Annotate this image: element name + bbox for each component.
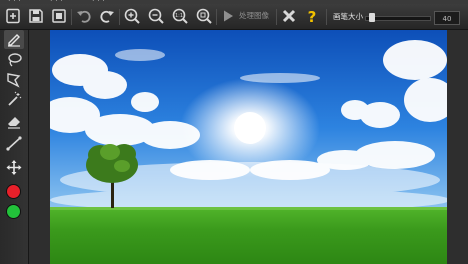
magic-wand-tool[interactable] [4, 90, 24, 109]
green-marker-color[interactable] [7, 205, 20, 218]
svg-text:?: ? [308, 8, 317, 26]
brush-size-label: 画笔大小 [333, 12, 363, 21]
zoom-out-button[interactable] [146, 6, 166, 26]
undo-icon [77, 10, 91, 23]
redo-button[interactable] [97, 6, 117, 26]
play-icon [224, 10, 233, 22]
zoom-out-icon [148, 8, 164, 24]
brush-size-value[interactable]: 40 [434, 11, 460, 25]
tool-sidebar [0, 30, 29, 264]
line-tool[interactable] [4, 134, 24, 153]
polygon-lasso-tool[interactable] [4, 70, 24, 89]
canvas-area [29, 30, 468, 264]
move-icon [6, 160, 22, 175]
lasso-tool[interactable] [4, 50, 24, 69]
help-button[interactable]: ? [302, 6, 322, 26]
save-button[interactable] [26, 6, 46, 26]
help-question-icon: ? [308, 8, 317, 26]
save-as-icon [52, 9, 66, 23]
zoom-in-button[interactable] [122, 6, 142, 26]
actual-size-label: 1:1 [175, 13, 183, 19]
actual-size-button[interactable]: 1:1 [170, 6, 190, 26]
process-image-label: 处理图像 [239, 11, 269, 20]
lasso-icon [8, 53, 22, 67]
toolbar-separator [119, 9, 120, 25]
brush-tool[interactable] [4, 30, 24, 49]
main-toolbar: 1:1 处理图像 ? 画笔大小 40 [0, 4, 468, 30]
process-image-button[interactable]: 处理图像 [219, 6, 275, 26]
fit-window-icon [196, 8, 212, 24]
magic-wand-icon [8, 91, 22, 106]
toolbar-separator [71, 9, 72, 25]
red-marker-color[interactable] [7, 185, 20, 198]
save-as-button[interactable] [49, 6, 69, 26]
brush-size-slider-thumb[interactable] [368, 13, 375, 22]
eraser-icon [8, 117, 20, 129]
open-image-button[interactable] [3, 6, 23, 26]
line-icon [6, 136, 22, 151]
landscape-photo [50, 30, 447, 264]
redo-icon [100, 10, 114, 23]
eraser-tool[interactable] [4, 112, 24, 131]
open-image-icon [6, 8, 20, 24]
image-canvas[interactable] [50, 30, 447, 264]
toolbar-separator [326, 9, 327, 25]
toolbar-separator [216, 9, 217, 25]
polygon-lasso-icon [7, 73, 21, 88]
save-icon [29, 9, 43, 23]
close-button[interactable] [279, 6, 299, 26]
undo-button[interactable] [74, 6, 94, 26]
actual-size-icon: 1:1 [172, 8, 188, 24]
brush-size-slider[interactable] [365, 13, 431, 22]
zoom-in-icon [124, 8, 140, 24]
fit-window-button[interactable] [194, 6, 214, 26]
toolbar-separator [276, 9, 277, 25]
pencil-icon [8, 34, 20, 47]
move-tool[interactable] [4, 158, 24, 177]
close-x-icon [282, 9, 296, 23]
